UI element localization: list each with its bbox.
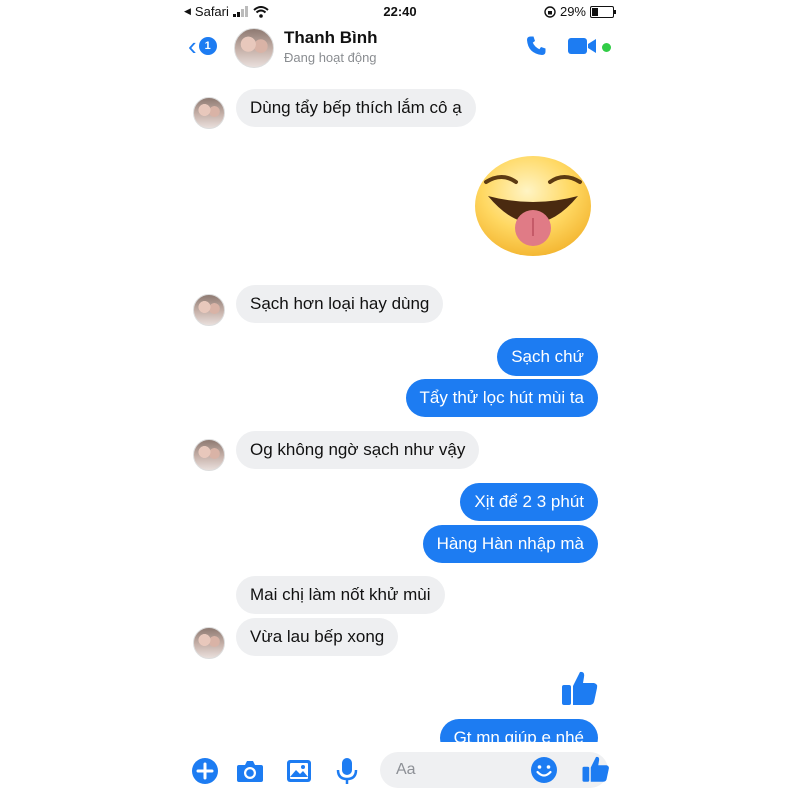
message-incoming[interactable]: Vừa lau bếp xong bbox=[236, 618, 399, 656]
contact-avatar[interactable] bbox=[234, 28, 274, 68]
unread-count-badge: 1 bbox=[198, 37, 217, 55]
video-call-icon[interactable] bbox=[568, 36, 598, 56]
battery-icon bbox=[590, 5, 616, 18]
thumbs-up-icon[interactable] bbox=[560, 668, 600, 708]
message-composer bbox=[176, 742, 624, 800]
sender-avatar[interactable] bbox=[193, 439, 225, 471]
message-outgoing[interactable]: Tẩy thử lọc hút mùi ta bbox=[405, 379, 598, 417]
photo-gallery-icon[interactable] bbox=[286, 759, 312, 783]
message-input[interactable] bbox=[380, 752, 608, 788]
message-outgoing[interactable]: Sạch chứ bbox=[497, 338, 598, 376]
contact-name[interactable]: Thanh Bình bbox=[284, 28, 377, 48]
status-bar: ◀ Safari 22:40 29% bbox=[176, 0, 624, 22]
phone-call-icon[interactable] bbox=[524, 34, 548, 58]
status-right: 29% bbox=[544, 4, 616, 19]
plus-circle-icon[interactable] bbox=[192, 758, 218, 784]
microphone-icon[interactable] bbox=[336, 757, 358, 785]
messenger-screen: ◀ Safari 22:40 29% ‹ 1 Thanh Bình Đang h… bbox=[176, 0, 624, 800]
message-incoming[interactable]: Og không ngờ sạch như vậy bbox=[236, 431, 480, 469]
online-status-dot bbox=[602, 43, 611, 52]
message-incoming[interactable]: Dùng tẩy bếp thích lắm cô ạ bbox=[236, 89, 476, 127]
contact-status: Đang hoạt động bbox=[284, 50, 377, 65]
camera-icon[interactable] bbox=[236, 759, 264, 783]
message-incoming[interactable]: Sạch hơn loại hay dùng bbox=[236, 285, 444, 323]
sender-avatar[interactable] bbox=[193, 97, 225, 129]
back-button[interactable]: ‹ 1 bbox=[188, 31, 217, 61]
emoji-icon[interactable] bbox=[530, 756, 558, 784]
sender-avatar[interactable] bbox=[193, 294, 225, 326]
message-outgoing[interactable]: Xịt để 2 3 phút bbox=[460, 483, 598, 521]
tongue-out-emoji-sticker[interactable] bbox=[472, 152, 594, 258]
battery-percent: 29% bbox=[559, 4, 586, 19]
orientation-lock-icon bbox=[544, 5, 556, 18]
battery-level-fill bbox=[592, 7, 599, 16]
message-outgoing[interactable]: Hàng Hàn nhập mà bbox=[422, 525, 598, 563]
message-incoming[interactable]: Mai chị làm nốt khử mùi bbox=[236, 576, 445, 614]
thumbs-up-send-icon[interactable] bbox=[581, 754, 611, 784]
sender-avatar[interactable] bbox=[193, 627, 225, 659]
chevron-left-icon: ‹ bbox=[188, 31, 197, 61]
chat-header: ‹ 1 Thanh Bình Đang hoạt động bbox=[176, 22, 624, 72]
